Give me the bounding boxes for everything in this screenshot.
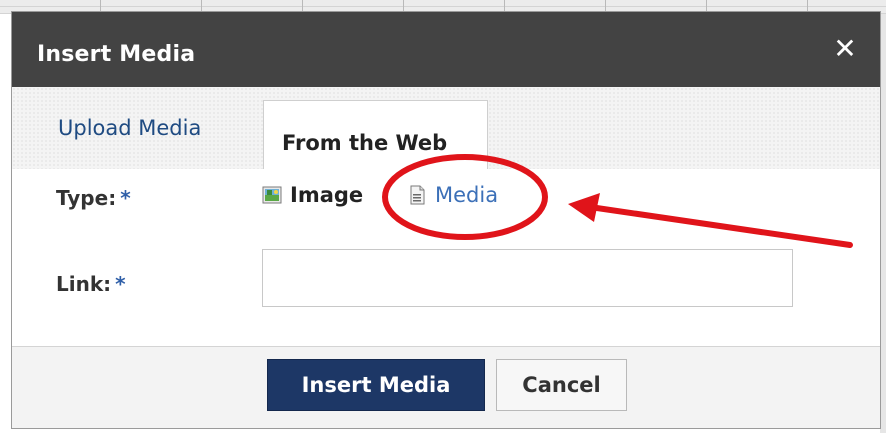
type-label-text: Type: [56, 186, 117, 210]
dialog-titlebar: Insert Media ✕ [12, 12, 880, 87]
tab-from-the-web[interactable]: From the Web [263, 100, 488, 169]
type-option-media-label: Media [435, 183, 499, 207]
cancel-button[interactable]: Cancel [496, 359, 627, 411]
type-option-image[interactable]: Image [262, 183, 363, 207]
type-label: Type: * [56, 186, 131, 210]
document-icon [407, 185, 427, 205]
link-input[interactable] [262, 249, 793, 307]
link-label-text: Link: [56, 272, 112, 296]
insert-media-dialog: Insert Media ✕ Upload Media From the Web… [12, 12, 880, 428]
image-icon [262, 185, 282, 205]
insert-media-button[interactable]: Insert Media [267, 359, 485, 411]
type-option-image-label: Image [290, 183, 364, 207]
link-label: Link: * [56, 272, 126, 296]
dialog-title: Insert Media [37, 42, 196, 67]
type-option-media[interactable]: Media [407, 183, 498, 207]
required-marker: * [120, 186, 131, 210]
tab-upload-media[interactable]: Upload Media [58, 116, 201, 140]
required-marker: * [115, 272, 126, 296]
close-icon[interactable]: ✕ [830, 34, 860, 64]
background-editor-edge [880, 14, 886, 433]
tab-from-the-web-label: From the Web [282, 131, 448, 155]
